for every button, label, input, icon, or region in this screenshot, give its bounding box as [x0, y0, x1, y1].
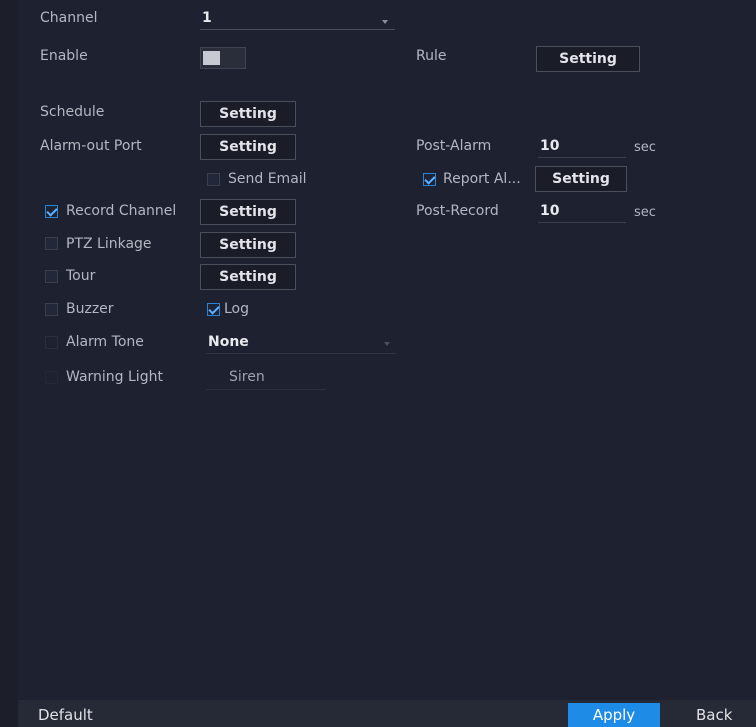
tour-setting-button[interactable]: Setting [200, 264, 296, 290]
event-settings-panel [18, 0, 756, 727]
post-record-label: Post-Record [416, 203, 499, 219]
buzzer-checkbox[interactable] [45, 303, 58, 316]
post-record-value: 10 [540, 203, 560, 219]
warning-light-field[interactable]: Siren [206, 366, 326, 390]
warning-light-value: Siren [229, 369, 265, 385]
record-channel-checkbox[interactable] [45, 205, 58, 218]
record-channel-setting-button[interactable]: Setting [200, 199, 296, 225]
post-alarm-value: 10 [540, 138, 560, 154]
enable-label: Enable [40, 48, 88, 64]
back-button[interactable]: Back [696, 706, 732, 724]
report-alarm-setting-button[interactable]: Setting [535, 166, 627, 192]
alarm-out-port-label: Alarm-out Port [40, 138, 142, 154]
buzzer-label: Buzzer [66, 301, 114, 317]
schedule-setting-button[interactable]: Setting [200, 101, 296, 127]
send-email-label: Send Email [228, 171, 307, 187]
ptz-setting-button[interactable]: Setting [200, 232, 296, 258]
report-alarm-checkbox[interactable] [423, 173, 436, 186]
chevron-down-icon [382, 20, 388, 24]
dropdown-underline [200, 29, 395, 30]
post-alarm-input[interactable]: 10 [538, 136, 626, 158]
toggle-knob [203, 51, 220, 65]
rule-setting-button[interactable]: Setting [536, 46, 640, 72]
tour-checkbox[interactable] [45, 270, 58, 283]
default-button[interactable]: Default [38, 706, 93, 724]
channel-label: Channel [40, 10, 98, 26]
warning-light-label: Warning Light [66, 369, 163, 385]
log-checkbox[interactable] [207, 303, 220, 316]
record-channel-label: Record Channel [66, 203, 177, 219]
tour-label: Tour [66, 268, 96, 284]
input-underline [538, 222, 626, 223]
channel-value: 1 [202, 10, 212, 26]
rule-label: Rule [416, 48, 447, 64]
alarm-tone-checkbox[interactable] [45, 336, 58, 349]
send-email-checkbox[interactable] [207, 173, 220, 186]
alarm-out-setting-button[interactable]: Setting [200, 134, 296, 160]
dropdown-underline [206, 353, 396, 354]
schedule-label: Schedule [40, 104, 105, 120]
post-alarm-unit: sec [634, 140, 656, 155]
apply-button[interactable]: Apply [568, 703, 660, 727]
report-alarm-label: Report Al... [443, 171, 521, 187]
chevron-down-icon [384, 342, 390, 346]
log-label: Log [224, 301, 250, 317]
input-underline [538, 157, 626, 158]
alarm-tone-label: Alarm Tone [66, 334, 144, 350]
channel-dropdown[interactable]: 1 [200, 8, 395, 30]
ptz-linkage-label: PTZ Linkage [66, 236, 152, 252]
post-record-unit: sec [634, 205, 656, 220]
post-record-input[interactable]: 10 [538, 201, 626, 223]
ptz-linkage-checkbox[interactable] [45, 237, 58, 250]
alarm-tone-dropdown[interactable]: None [206, 332, 396, 354]
field-underline [206, 389, 326, 390]
alarm-tone-value: None [208, 334, 249, 350]
post-alarm-label: Post-Alarm [416, 138, 492, 154]
warning-light-checkbox[interactable] [45, 371, 58, 384]
enable-toggle[interactable] [200, 47, 246, 69]
